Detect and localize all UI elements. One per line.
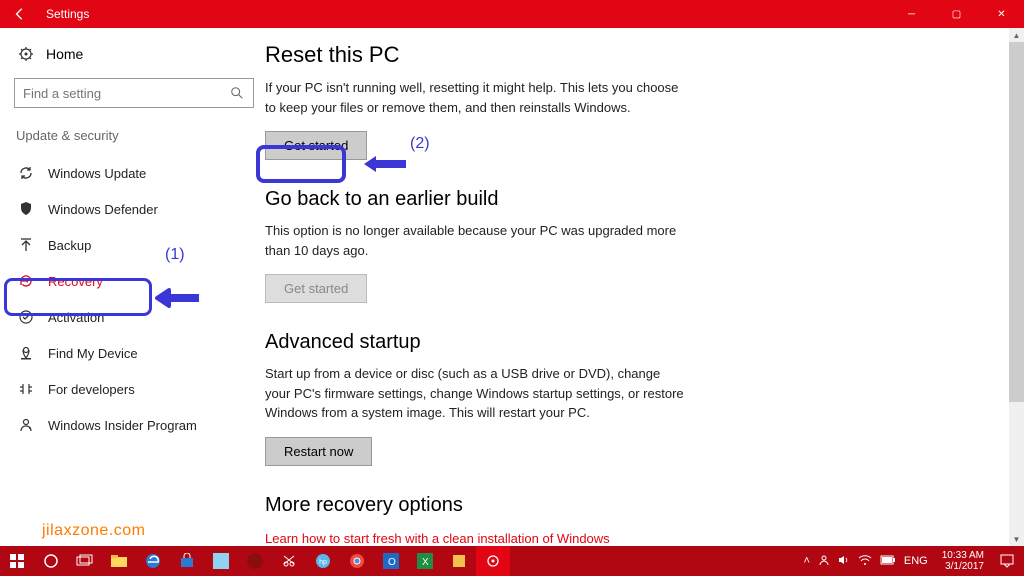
backup-icon <box>18 237 34 253</box>
check-circle-icon <box>18 309 34 325</box>
reset-body: If your PC isn't running well, resetting… <box>265 78 685 117</box>
advanced-body: Start up from a device or disc (such as … <box>265 364 685 423</box>
home-button[interactable]: Home <box>14 42 245 78</box>
settings-taskbar-icon[interactable] <box>476 546 510 576</box>
cortana-icon[interactable] <box>34 546 68 576</box>
outlook-icon[interactable]: O <box>374 546 408 576</box>
close-button[interactable]: ✕ <box>979 0 1024 28</box>
file-explorer-icon[interactable] <box>102 546 136 576</box>
sidebar-item-label: Windows Defender <box>48 202 158 217</box>
window-title: Settings <box>40 7 889 21</box>
system-tray[interactable]: ˄ ENG <box>795 554 935 569</box>
taskbar-clock[interactable]: 10:33 AM 3/1/2017 <box>936 550 990 572</box>
goback-get-started-button: Get started <box>265 274 367 303</box>
svg-text:O: O <box>388 557 396 568</box>
gear-icon <box>18 46 34 62</box>
edge-icon[interactable] <box>136 546 170 576</box>
advanced-heading: Advanced startup <box>265 331 984 354</box>
svg-text:hp: hp <box>319 559 327 566</box>
goback-heading: Go back to an earlier build <box>265 188 984 211</box>
sidebar-item-label: Recovery <box>48 274 103 289</box>
more-heading: More recovery options <box>265 494 984 517</box>
home-label: Home <box>46 46 83 62</box>
start-button[interactable] <box>0 546 34 576</box>
tray-people-icon[interactable] <box>818 554 830 569</box>
sidebar-item-activation[interactable]: Activation <box>14 299 245 335</box>
sidebar-item-label: For developers <box>48 382 135 397</box>
sidebar: Home Update & security Windows Update Wi… <box>0 28 255 546</box>
clock-time: 10:33 AM <box>942 550 984 561</box>
excel-icon[interactable]: X <box>408 546 442 576</box>
sidebar-item-label: Backup <box>48 238 91 253</box>
tray-wifi-icon[interactable] <box>858 554 872 569</box>
scrollbar[interactable]: ▲ ▼ <box>1009 28 1024 546</box>
action-center-icon[interactable] <box>990 546 1024 576</box>
taskbar: hp O X ˄ ENG 10:33 AM 3/1/2017 <box>0 546 1024 576</box>
sidebar-item-insider-program[interactable]: Windows Insider Program <box>14 407 245 443</box>
tray-language[interactable]: ENG <box>904 555 928 567</box>
sidebar-item-find-my-device[interactable]: Find My Device <box>14 335 245 371</box>
person-icon <box>18 417 34 433</box>
scroll-thumb[interactable] <box>1009 42 1024 402</box>
app-icon-3[interactable] <box>442 546 476 576</box>
sidebar-item-windows-defender[interactable]: Windows Defender <box>14 191 245 227</box>
sidebar-item-label: Activation <box>48 310 104 325</box>
sidebar-item-label: Windows Insider Program <box>48 418 197 433</box>
tray-chevron-icon[interactable]: ˄ <box>803 555 809 567</box>
sidebar-item-label: Find My Device <box>48 346 138 361</box>
history-icon <box>18 273 34 289</box>
location-icon <box>18 345 34 361</box>
clock-date: 3/1/2017 <box>942 561 984 572</box>
app-icon-1[interactable] <box>204 546 238 576</box>
fresh-install-link[interactable]: Learn how to start fresh with a clean in… <box>265 531 610 546</box>
category-header: Update & security <box>14 128 245 143</box>
scroll-down-button[interactable]: ▼ <box>1009 532 1024 546</box>
scroll-up-button[interactable]: ▲ <box>1009 28 1024 42</box>
search-input[interactable] <box>14 78 254 108</box>
store-icon[interactable] <box>170 546 204 576</box>
hp-icon[interactable]: hp <box>306 546 340 576</box>
maximize-button[interactable]: ▢ <box>934 0 979 28</box>
tray-battery-icon[interactable] <box>880 555 896 568</box>
sidebar-item-recovery[interactable]: Recovery <box>14 263 245 299</box>
developer-icon <box>18 381 34 397</box>
goback-body: This option is no longer available becau… <box>265 221 685 260</box>
task-view-icon[interactable] <box>68 546 102 576</box>
reset-get-started-button[interactable]: Get started <box>265 131 367 160</box>
snip-icon[interactable] <box>272 546 306 576</box>
sidebar-item-label: Windows Update <box>48 166 146 181</box>
sidebar-item-for-developers[interactable]: For developers <box>14 371 245 407</box>
titlebar: Settings ─ ▢ ✕ <box>0 0 1024 28</box>
tray-volume-icon[interactable] <box>838 554 850 569</box>
svg-text:X: X <box>422 557 429 568</box>
minimize-button[interactable]: ─ <box>889 0 934 28</box>
chrome-icon[interactable] <box>340 546 374 576</box>
shield-icon <box>18 201 34 217</box>
sidebar-item-backup[interactable]: Backup <box>14 227 245 263</box>
back-button[interactable] <box>0 0 40 28</box>
search-icon <box>229 85 245 101</box>
restart-now-button[interactable]: Restart now <box>265 437 372 466</box>
main-content: Reset this PC If your PC isn't running w… <box>255 28 1024 546</box>
reset-heading: Reset this PC <box>265 42 984 68</box>
sidebar-item-windows-update[interactable]: Windows Update <box>14 155 245 191</box>
sync-icon <box>18 165 34 181</box>
app-icon-2[interactable] <box>238 546 272 576</box>
